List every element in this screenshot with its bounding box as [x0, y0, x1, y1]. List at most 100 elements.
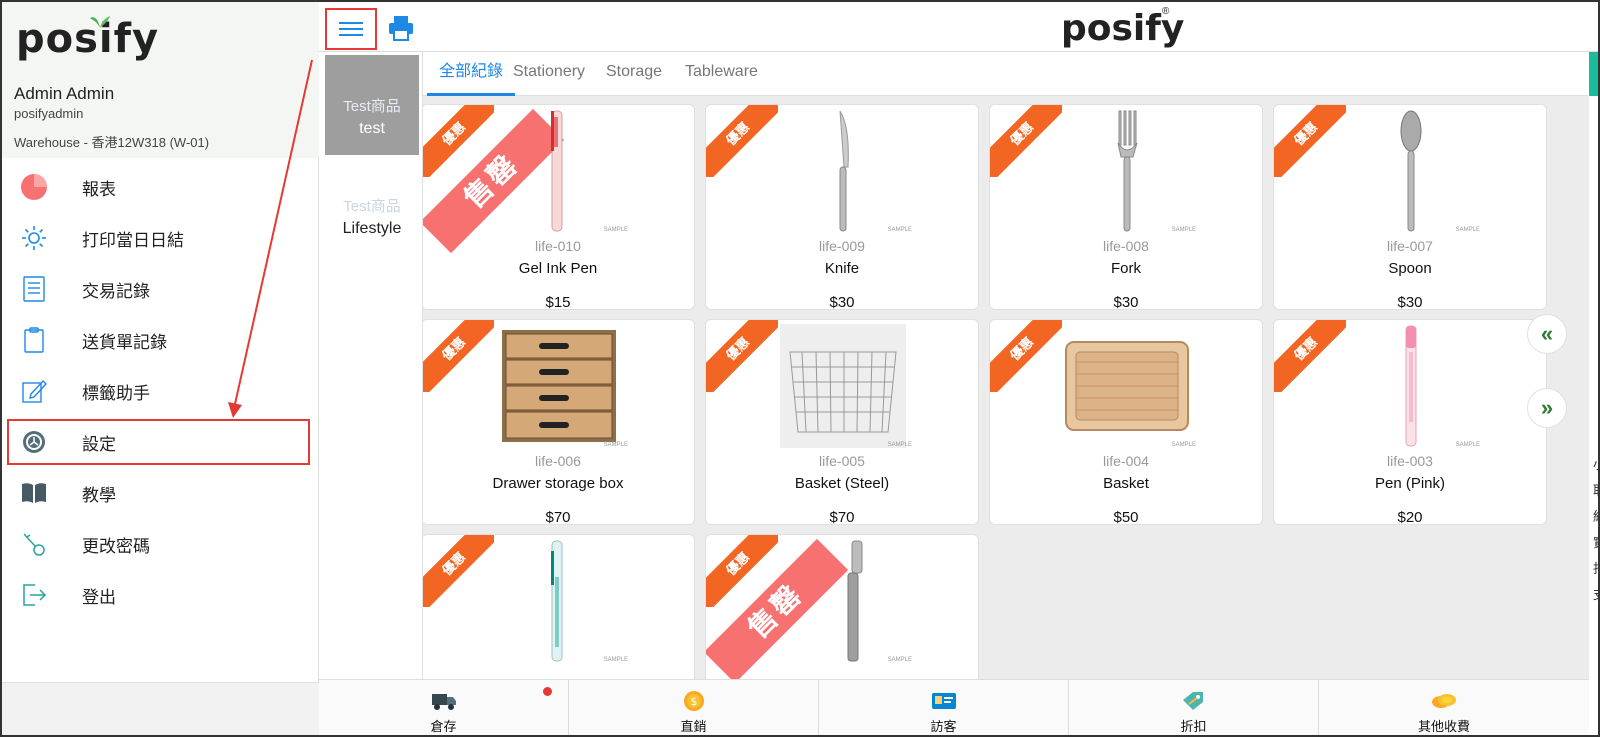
scroll-up-button[interactable]: «: [1527, 314, 1567, 354]
promo-badge: 優惠: [706, 105, 778, 177]
promo-ribbon: 優惠: [706, 320, 778, 392]
svg-text:$: $: [691, 695, 698, 708]
sidebar-item-reports[interactable]: 報表: [2, 162, 319, 213]
warehouse-label: Warehouse - 香港12W318 (W-01): [14, 135, 210, 150]
registered-mark: ®: [1162, 6, 1170, 17]
product-card[interactable]: 優惠 售罄 SAMPLE: [705, 534, 979, 682]
category-test[interactable]: Test商品 test: [325, 55, 419, 155]
sidebar-item-print-daily[interactable]: 打印當日日結: [2, 213, 319, 264]
sidebar: posify Admin Admin posifyadmin Warehouse…: [2, 2, 319, 735]
product-card[interactable]: 優惠 SAMPLE life-005 Basket (Steel) $70: [705, 319, 979, 525]
sample-watermark: SAMPLE: [1171, 227, 1196, 233]
sidebar-item-tutorial[interactable]: 教學: [2, 468, 319, 519]
sidebar-item-label: 教學: [82, 486, 116, 505]
logout-icon: [20, 581, 48, 609]
sidebar-item-label: 標籤助手: [82, 384, 150, 403]
tab-bar: 全部紀錄 Stationery Storage Tableware: [423, 52, 1588, 96]
product-card[interactable]: 優惠 SAMPLE life-004 Basket $50: [989, 319, 1263, 525]
right-panel-char: 實: [1593, 530, 1598, 556]
sample-watermark: SAMPLE: [1171, 442, 1196, 448]
promo-ribbon: 優惠: [706, 105, 778, 177]
sample-watermark: SAMPLE: [603, 227, 628, 233]
sidebar-item-transactions[interactable]: 交易記錄: [2, 264, 319, 315]
promo-badge: 優惠: [423, 320, 494, 392]
product-card[interactable]: 優惠 SAMPLE life-006 Drawer storage box $7…: [423, 319, 695, 525]
product-name: Drawer storage box: [492, 475, 624, 492]
sidebar-item-logout[interactable]: 登出: [2, 570, 319, 621]
sidebar-item-change-password[interactable]: 更改密碼: [2, 519, 319, 570]
visitor-button[interactable]: 訪客: [819, 680, 1069, 735]
promo-ribbon: 優惠: [990, 320, 1062, 392]
promo-ribbon: 優惠: [1274, 105, 1346, 177]
truck-icon: [432, 694, 456, 710]
product-name: Fork: [1111, 260, 1141, 277]
product-image: [502, 330, 616, 442]
product-name: Pen (Pink): [1374, 475, 1446, 492]
product-code: life-004: [1103, 453, 1149, 469]
menu-toggle-button[interactable]: [325, 8, 377, 50]
inventory-label: 倉存: [430, 719, 457, 734]
product-price: $70: [545, 509, 571, 525]
product-price: $15: [545, 294, 571, 310]
product-name: Gel Ink Pen: [518, 260, 598, 277]
right-panel-char: 找: [1593, 556, 1598, 582]
product-name: Basket (Steel): [794, 475, 890, 492]
product-image: [1405, 325, 1417, 447]
top-bar: posify ®: [319, 2, 1598, 52]
tab-storage[interactable]: Storage: [594, 52, 674, 96]
product-card[interactable]: 優惠 SAMPLE life-007 Spoon $30: [1273, 104, 1547, 310]
sample-watermark: SAMPLE: [1455, 227, 1480, 233]
product-image: [1117, 110, 1138, 232]
coins-icon: [1432, 694, 1456, 708]
bottom-action-bar: 倉存 $ 直銷 訪客 折扣 其他收費: [319, 679, 1589, 735]
product-code: life-003: [1387, 453, 1433, 469]
promo-badge: 優惠: [990, 320, 1062, 392]
product-image: [780, 324, 906, 448]
clipboard-icon: [20, 326, 48, 354]
inventory-button[interactable]: 倉存: [319, 680, 569, 735]
direct-sale-label: 直銷: [680, 719, 707, 734]
promo-ribbon: 優惠: [423, 535, 494, 607]
user-id: posifyadmin: [14, 106, 84, 121]
right-panel-tab[interactable]: [1589, 52, 1598, 96]
product-image: [839, 110, 849, 232]
category-group-label: Test商品: [343, 198, 401, 215]
right-panel-char: 結: [1593, 504, 1598, 530]
scroll-down-button[interactable]: »: [1527, 388, 1567, 428]
sidebar-item-label: 送貨單記錄: [82, 333, 167, 352]
product-card[interactable]: 優惠 SAMPLE life-003 Pen (Pink) $20: [1273, 319, 1547, 525]
discount-button[interactable]: 折扣: [1069, 680, 1319, 735]
sidebar-footer: [2, 682, 319, 735]
product-image: [551, 540, 563, 662]
sidebar-menu: 報表 打印當日日結 交易記錄 送貨單記錄 標籤助手 設定 教學 更改密碼 登出: [2, 162, 319, 621]
sample-watermark: SAMPLE: [1455, 442, 1480, 448]
hamburger-line: [339, 34, 363, 36]
promo-badge: 優惠: [423, 535, 494, 607]
sidebar-logo: posify: [16, 16, 160, 62]
pie-chart-icon: [20, 173, 48, 201]
hamburger-line: [339, 28, 363, 30]
product-card[interactable]: 優惠 SAMPLE life-008 Fork $30: [989, 104, 1263, 310]
app-window: posify Admin Admin posifyadmin Warehouse…: [0, 0, 1600, 737]
sidebar-item-label-helper[interactable]: 標籤助手: [2, 366, 319, 417]
promo-ribbon: 優惠: [1274, 320, 1346, 392]
product-card[interactable]: 優惠 SAMPLE: [423, 534, 695, 682]
tab-stationery[interactable]: Stationery: [501, 52, 597, 96]
printer-icon[interactable]: [387, 14, 415, 42]
tab-tableware[interactable]: Tableware: [673, 52, 770, 96]
sample-watermark: SAMPLE: [887, 657, 912, 663]
direct-sale-button[interactable]: $ 直銷: [569, 680, 819, 735]
category-lifestyle[interactable]: Test商品 Lifestyle: [325, 155, 419, 255]
category-group-label: Test商品: [343, 98, 401, 115]
product-card[interactable]: 優惠 售罄 SAMPLE life-010 Gel Ink Pen $15: [423, 104, 695, 310]
sidebar-item-label: 登出: [82, 588, 116, 607]
other-charges-button[interactable]: 其他收費: [1319, 680, 1569, 735]
sidebar-item-delivery-notes[interactable]: 送貨單記錄: [2, 315, 319, 366]
promo-badge: 優惠: [990, 105, 1062, 177]
coin-icon: $: [684, 691, 704, 711]
product-card[interactable]: 優惠 SAMPLE life-009 Knife $30: [705, 104, 979, 310]
category-column: Test商品 test Test商品 Lifestyle: [319, 52, 423, 682]
product-price: $30: [1397, 294, 1423, 310]
visitor-label: 訪客: [930, 719, 957, 734]
notification-dot: [543, 687, 552, 696]
